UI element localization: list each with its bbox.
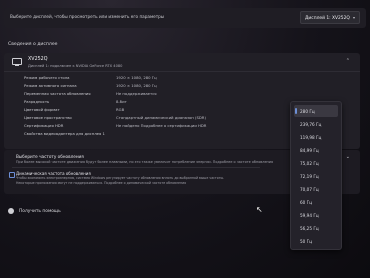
info-row: Разрядность 8-бит (24, 99, 324, 106)
help-icon (8, 208, 14, 214)
monitor-subtitle: Дисплей 1: подключен к NVIDIA GeForce RT… (28, 63, 123, 68)
section-title: Сведения о дисплее (8, 42, 58, 47)
info-value: 8-бит (116, 99, 127, 104)
adapter-properties-link[interactable]: Свойства видеоадаптера для дисплея 1 (24, 131, 105, 136)
info-row: Режим рабочего стола 1920 × 1080, 280 Гц (24, 75, 324, 82)
info-key: Цветовой формат (24, 107, 60, 112)
refresh-rate-title: Выберите частоту обновления (16, 154, 84, 159)
refresh-option[interactable]: 280 Гц (294, 105, 338, 117)
refresh-option-label: 59,94 Гц (300, 213, 319, 218)
info-value: 1920 × 1080, 280 Гц (116, 83, 157, 88)
chevron-down-icon: ▾ (352, 15, 355, 20)
refresh-option[interactable]: 72,19 Гц (294, 170, 338, 182)
refresh-rate-desc: При более высокой частоте движения будут… (16, 159, 273, 164)
info-row: Цветовой формат RGB (24, 107, 324, 114)
display-select-value: Дисплей 1: XV252Q (305, 15, 350, 21)
refresh-option[interactable]: 84,99 Гц (294, 144, 338, 156)
dynamic-refresh-note: Некоторые приложения могут не поддержива… (16, 180, 187, 185)
refresh-option-label: 56,25 Гц (300, 226, 319, 231)
dynamic-refresh-checkbox[interactable] (9, 172, 15, 178)
chevron-up-icon[interactable]: ⌃ (346, 58, 350, 64)
info-value: 1920 × 1080, 280 Гц (116, 75, 157, 80)
refresh-option-label: 60 Гц (300, 200, 313, 205)
info-row: Сертификация HDR Не найдено Подробнее о … (24, 123, 324, 130)
refresh-option-label: 84,99 Гц (300, 148, 319, 153)
refresh-option-label: 239,76 Гц (300, 122, 322, 127)
settings-screen: Выберите дисплей, чтобы просмотреть или … (0, 0, 370, 278)
info-key: Сертификация HDR (24, 123, 64, 128)
display-info-header[interactable]: XV252Q Дисплей 1: подключен к NVIDIA GeF… (4, 53, 360, 72)
info-value: Стандартный динамический диапазон (SDR) (116, 115, 206, 120)
refresh-option-label: 72,19 Гц (300, 174, 319, 179)
hdr-cert-link[interactable]: Не найдено Подробнее о сертификации HDR (116, 123, 206, 128)
get-help-link[interactable]: Получить помощь (19, 209, 61, 214)
info-row[interactable]: Свойства видеоадаптера для дисплея 1 (24, 131, 324, 138)
refresh-option-label: 280 Гц (300, 109, 315, 114)
chevron-down-icon[interactable]: ⌄ (346, 154, 350, 160)
info-key: Переменная частота обновления (24, 91, 91, 96)
info-row: Переменная частота обновления Не поддерж… (24, 91, 324, 98)
refresh-option-label: 119,98 Гц (300, 135, 322, 140)
dynamic-refresh-desc: Чтобы экономить электроэнергию, система … (16, 176, 225, 180)
refresh-option[interactable]: 70,07 Гц (294, 183, 338, 195)
monitor-icon (12, 58, 22, 66)
display-picker-bar: Выберите дисплей, чтобы просмотреть или … (4, 8, 366, 28)
refresh-option-label: 50 Гц (300, 239, 313, 244)
monitor-name: XV252Q (28, 57, 48, 62)
refresh-option-label: 75,02 Гц (300, 161, 319, 166)
info-key: Разрядность (24, 99, 50, 104)
refresh-option[interactable]: 119,98 Гц (294, 131, 338, 143)
refresh-option[interactable]: 50 Гц (294, 235, 338, 247)
refresh-option[interactable]: 56,25 Гц (294, 222, 338, 234)
refresh-option-label: 70,07 Гц (300, 187, 319, 192)
mouse-cursor-icon: ↖ (256, 205, 263, 214)
info-key: Режим активного сигнала (24, 83, 77, 88)
refresh-rate-dropdown[interactable]: 280 Гц 239,76 Гц 119,98 Гц 84,99 Гц 75,0… (290, 101, 342, 250)
info-value: RGB (116, 107, 125, 112)
info-row: Цветовое пространство Стандартный динами… (24, 115, 324, 122)
refresh-option[interactable]: 59,94 Гц (294, 209, 338, 221)
refresh-option[interactable]: 75,02 Гц (294, 157, 338, 169)
refresh-option[interactable]: 60 Гц (294, 196, 338, 208)
display-picker-label: Выберите дисплей, чтобы просмотреть или … (10, 14, 165, 19)
info-key: Режим рабочего стола (24, 75, 70, 80)
divider (12, 167, 260, 168)
refresh-option[interactable]: 239,76 Гц (294, 118, 338, 130)
info-value: Не поддерживается (116, 91, 157, 96)
info-key: Цветовое пространство (24, 115, 72, 120)
display-select[interactable]: Дисплей 1: XV252Q ▾ (300, 11, 360, 24)
info-row: Режим активного сигнала 1920 × 1080, 280… (24, 83, 324, 90)
